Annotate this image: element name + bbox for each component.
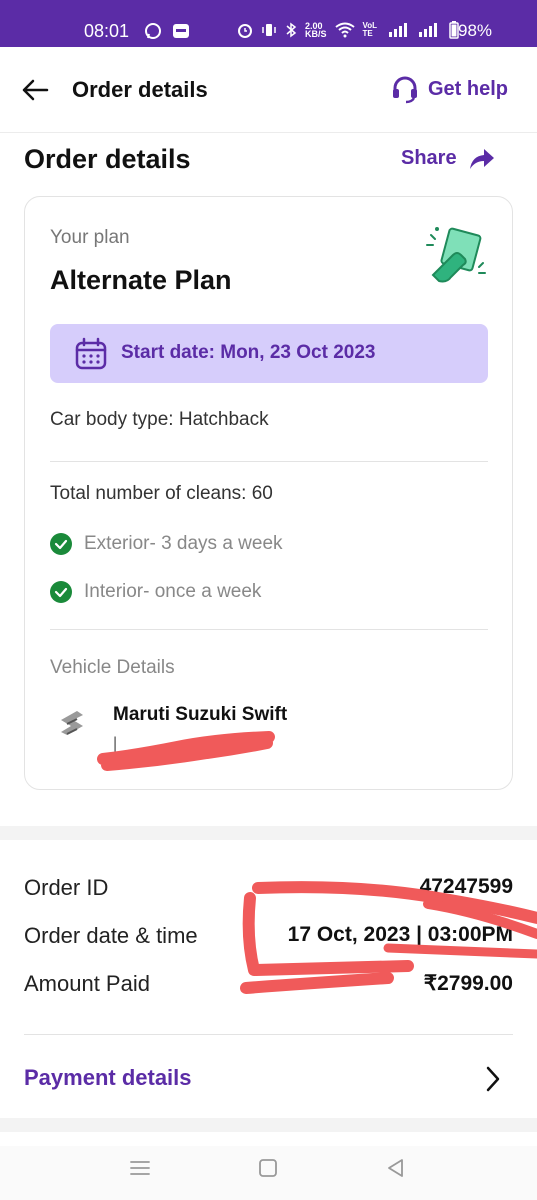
section-separator — [0, 1118, 537, 1132]
paytm-icon — [173, 24, 189, 38]
redaction-scribble — [240, 881, 537, 994]
back-triangle-icon[interactable] — [384, 1156, 408, 1180]
car-body-type: Car body type: Hatchback — [50, 409, 269, 430]
chevron-right-icon — [486, 1066, 500, 1092]
wifi-icon — [334, 22, 355, 38]
status-bar: 08:01 2.00 KB/S VoLTE 98% — [0, 0, 537, 47]
signal-icon — [388, 23, 407, 37]
section-title: Order details — [24, 144, 191, 174]
vibrate-icon — [262, 24, 276, 36]
volte-label: VoLTE — [362, 21, 378, 38]
vehicle-heading: Vehicle Details — [50, 657, 175, 678]
plan-name: Alternate Plan — [50, 265, 232, 295]
app-bar: Order details Get help — [0, 47, 537, 133]
alarm-icon — [238, 24, 252, 38]
order-id-label: Order ID — [24, 875, 109, 900]
cleaning-cloth-icon — [426, 227, 486, 283]
start-date-text: Start date: Mon, 23 Oct 2023 — [121, 342, 376, 363]
get-help-label: Get help — [428, 77, 509, 100]
share-button[interactable]: Share — [401, 147, 495, 170]
get-help-button[interactable]: Get help — [390, 74, 508, 104]
clean-item-exterior: Exterior- 3 days a week — [50, 533, 283, 555]
suzuki-logo-icon — [61, 711, 83, 735]
page-title: Order details — [72, 77, 208, 102]
network-speed: 2.00 KB/S — [305, 21, 327, 39]
payment-details-label: Payment details — [24, 1065, 192, 1090]
vehicle-name: Maruti Suzuki Swift — [113, 704, 288, 725]
whatsapp-icon — [145, 23, 161, 39]
system-nav-bar — [0, 1146, 537, 1200]
plan-card: Your plan Alternate Plan Start date: Mon… — [24, 196, 513, 790]
calendar-icon — [75, 337, 107, 370]
clean-item-label: Interior- once a week — [84, 581, 262, 602]
redaction-scribble — [97, 731, 275, 771]
battery-level: 98% — [458, 21, 493, 40]
plan-kicker: Your plan — [50, 227, 130, 248]
signal-icon — [418, 23, 437, 37]
clean-item-interior: Interior- once a week — [50, 581, 261, 603]
headset-icon — [393, 76, 417, 104]
section-separator — [0, 826, 537, 840]
clean-item-label: Exterior- 3 days a week — [84, 533, 283, 554]
share-label: Share — [401, 147, 457, 169]
bluetooth-icon — [286, 22, 297, 38]
divider — [50, 629, 488, 630]
start-date-banner: Start date: Mon, 23 Oct 2023 — [50, 324, 488, 383]
check-circle-icon — [50, 581, 72, 603]
check-circle-icon — [50, 533, 72, 555]
order-date-label: Order date & time — [24, 923, 198, 948]
home-icon[interactable] — [256, 1156, 280, 1180]
status-time: 08:01 — [84, 21, 130, 41]
cleans-total: Total number of cleans: 60 — [50, 483, 273, 504]
divider — [50, 461, 488, 462]
divider — [24, 1034, 513, 1035]
share-arrow-icon — [469, 148, 494, 169]
amount-paid-label: Amount Paid — [24, 971, 150, 996]
payment-details-row[interactable]: Payment details — [24, 1060, 513, 1100]
arrow-left-icon[interactable] — [20, 75, 50, 105]
menu-icon[interactable] — [128, 1156, 152, 1180]
